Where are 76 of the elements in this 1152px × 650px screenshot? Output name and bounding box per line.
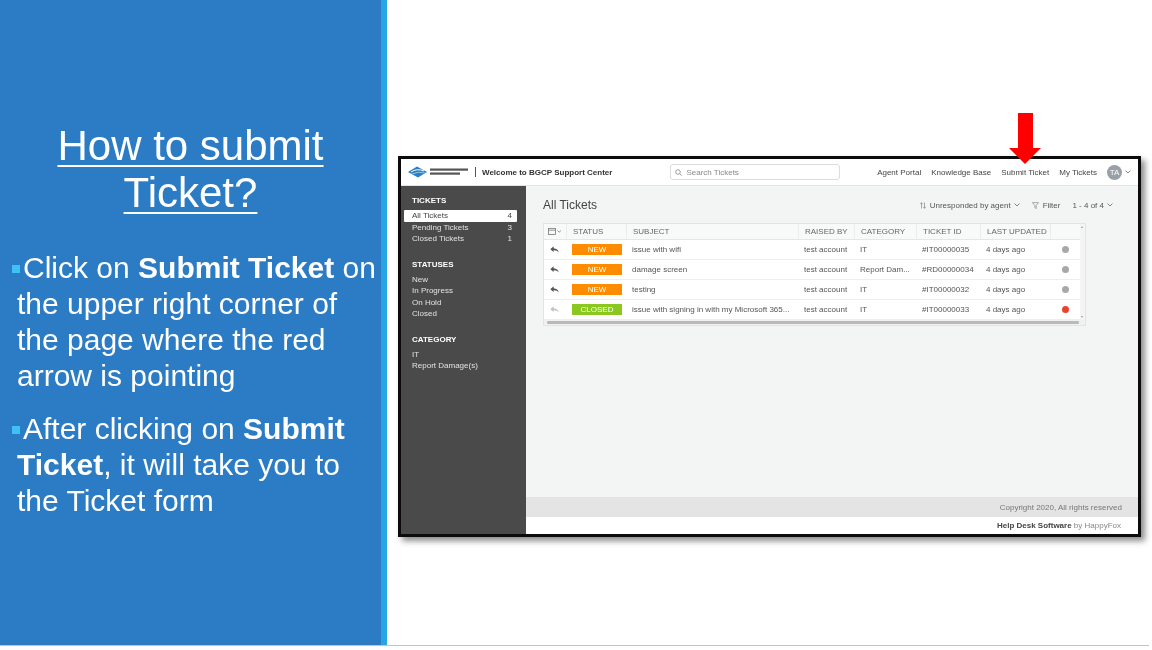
sidebar-item[interactable]: Closed Tickets 1	[404, 233, 517, 245]
column-menu-icon[interactable]	[548, 228, 562, 235]
column-header[interactable]: STATUS	[573, 227, 604, 236]
search-icon	[675, 168, 683, 176]
reply-icon[interactable]	[550, 266, 559, 273]
sidebar-item[interactable]: In Progress	[404, 285, 517, 297]
column-header[interactable]: LAST UPDATED	[987, 227, 1047, 236]
bullet-text: After clicking on Submit Ticket, it will take you to the Ticket form	[17, 412, 345, 517]
table-cell: IT	[860, 285, 868, 294]
bullet-text: Click on Submit Ticket on the upper right corner of the page where the red arrow is pointing	[17, 251, 376, 392]
sidebar-heading: TICKETS	[411, 196, 448, 206]
sidebar-heading: CATEGORY	[411, 334, 458, 345]
table-cell: test account	[804, 245, 848, 254]
table-cell: testing	[632, 285, 656, 294]
credit-text: Help Desk Software by HappyFox	[996, 521, 1121, 530]
status-badge: NEW	[572, 264, 622, 275]
table-cell: 4 days ago	[986, 265, 1026, 274]
sidebar-item[interactable]: Report Damage(s)	[404, 360, 517, 372]
table-cell: issue with wifi	[632, 245, 681, 254]
sidebar-item[interactable]: Pending Tickets 3	[404, 221, 517, 233]
nav-link[interactable]: Submit Ticket	[1001, 167, 1050, 177]
table-cell: test account	[804, 305, 848, 314]
table-cell: Report Dam...	[860, 265, 910, 274]
page-heading: All Tickets	[543, 198, 597, 212]
status-badge: NEW	[572, 284, 622, 295]
status-badge: CLOSED	[572, 304, 622, 315]
bullet-icon	[12, 265, 20, 273]
nav-link[interactable]: Agent Portal	[877, 167, 922, 177]
chevron-down-icon	[1107, 203, 1113, 207]
bullet-icon	[12, 426, 20, 434]
club-logo[interactable]	[408, 166, 470, 178]
chevron-down-icon	[1013, 203, 1020, 207]
column-header[interactable]: SUBJECT	[633, 227, 670, 236]
ticket-count: 4	[507, 211, 512, 221]
sidebar-item[interactable]: IT	[404, 348, 517, 360]
filter-button[interactable]: Filter	[1031, 200, 1061, 210]
table-cell: #RD00000034	[922, 265, 974, 274]
horizontal-scrollbar[interactable]	[544, 320, 1085, 325]
table-cell: 4 days ago	[986, 245, 1026, 254]
ticket-count: 1	[507, 234, 512, 244]
sort-arrows-icon	[919, 201, 926, 209]
table-cell: issue with signing in with my Microsoft 365...	[632, 305, 790, 314]
column-header[interactable]: RAISED BY	[805, 227, 848, 236]
ticket-count: 3	[507, 222, 512, 232]
table-cell: #IT00000035	[922, 245, 970, 254]
column-header[interactable]: CATEGORY	[861, 227, 906, 236]
table-cell: #IT00000033	[922, 305, 970, 314]
funnel-icon	[1031, 201, 1039, 209]
status-badge: NEW	[572, 244, 622, 255]
table-cell: 4 days ago	[986, 305, 1026, 314]
column-header[interactable]: TICKET ID	[923, 227, 962, 236]
pagination-dropdown[interactable]: 1 - 4 of 4	[1072, 200, 1113, 210]
sort-dropdown[interactable]: Unresponded by agent	[919, 200, 1020, 210]
nav-link[interactable]: My Tickets	[1059, 167, 1097, 177]
pointer-arrow	[1009, 113, 1041, 164]
reply-icon[interactable]	[550, 286, 559, 293]
vertical-scrollbar[interactable]	[1080, 224, 1085, 320]
table-cell: damage screen	[632, 265, 688, 274]
table-cell: test account	[804, 265, 848, 274]
sidebar-heading: STATUSES	[411, 259, 455, 270]
table-cell: 4 days ago	[986, 285, 1026, 294]
table-cell: #IT00000032	[922, 285, 970, 294]
table-cell: test account	[804, 285, 848, 294]
site-title: Welcome to BGCP Support Center	[482, 167, 613, 177]
copyright-text: Copyright 2020, All rights reserved	[999, 502, 1122, 512]
reply-icon[interactable]	[550, 246, 559, 253]
sidebar-item[interactable]: On Hold	[404, 296, 517, 308]
sidebar-item[interactable]: Closed	[404, 308, 517, 320]
table-cell: IT	[860, 245, 868, 254]
slide-title: How to submit Ticket?	[56, 122, 325, 216]
sidebar-item[interactable]: All Tickets 4	[404, 210, 517, 222]
chevron-down-icon[interactable]	[1125, 170, 1131, 174]
table-cell: IT	[860, 305, 868, 314]
nav-link[interactable]: Knowledge Base	[931, 167, 992, 177]
sidebar-item[interactable]: New	[404, 273, 517, 285]
search-field[interactable]: Search Tickets	[670, 164, 841, 180]
